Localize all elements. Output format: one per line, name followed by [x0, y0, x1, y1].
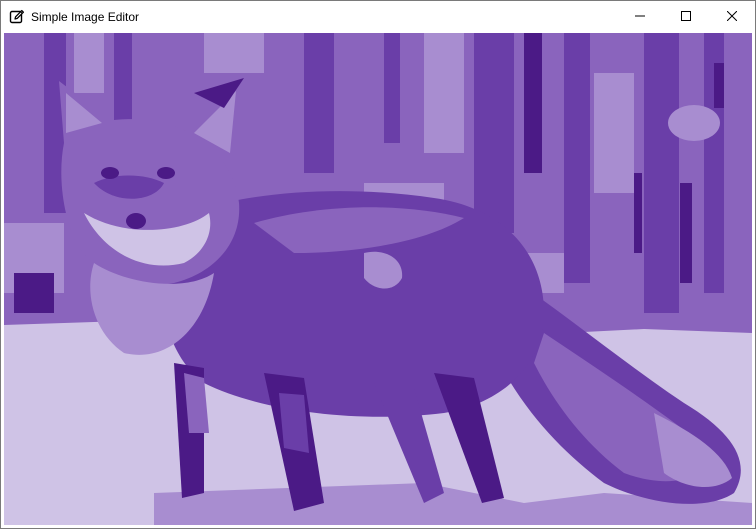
minimize-icon: [635, 8, 645, 26]
app-window: Simple Image Editor: [0, 0, 756, 529]
image-canvas[interactable]: [4, 33, 752, 525]
maximize-button[interactable]: [663, 1, 709, 32]
title-bar[interactable]: Simple Image Editor: [1, 1, 755, 32]
window-controls: [617, 1, 755, 32]
edit-icon: [9, 9, 25, 25]
close-icon: [726, 8, 738, 26]
minimize-button[interactable]: [617, 1, 663, 32]
fox-image: [4, 33, 752, 525]
close-button[interactable]: [709, 1, 755, 32]
maximize-icon: [681, 8, 691, 26]
window-title: Simple Image Editor: [31, 9, 140, 24]
